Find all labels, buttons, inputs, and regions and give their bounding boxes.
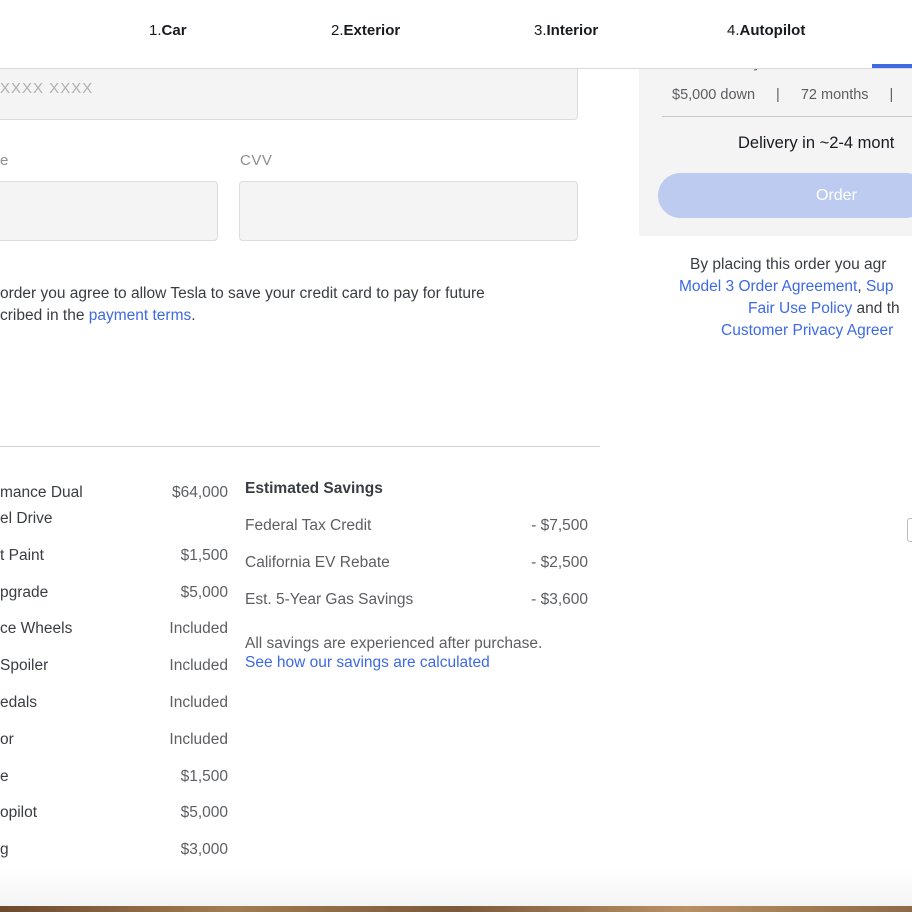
nav-step-label: Exterior	[343, 22, 401, 39]
cvv-input[interactable]	[239, 181, 578, 241]
line-item-name: edals	[0, 694, 38, 711]
side-tab-handle[interactable]	[907, 518, 912, 542]
savings-calculation-link[interactable]: See how our savings are calculated	[245, 654, 490, 672]
order-button[interactable]: Order	[658, 173, 912, 218]
nav-step-autopilot[interactable]: 4.Autopilot	[727, 22, 805, 39]
delivery-estimate: Delivery in ~2-4 mont	[738, 134, 895, 152]
legal-and: and th	[852, 300, 900, 317]
card-consent-text-line1: order you agree to allow Tesla to save y…	[0, 285, 485, 302]
line-item-price: Included	[169, 694, 228, 711]
expiry-input[interactable]	[0, 181, 218, 241]
supercharger-link[interactable]: Sup	[866, 278, 894, 295]
customer-privacy-link[interactable]: Customer Privacy Agreer	[721, 322, 893, 339]
savings-note: All savings are experienced after purcha…	[245, 635, 543, 652]
line-item-name: opilot	[0, 804, 38, 821]
loan-term: 72 months	[800, 87, 869, 103]
nav-step-number: 3.	[534, 22, 547, 39]
nav-step-label: Autopilot	[739, 22, 806, 39]
line-item-name: mance Dual	[0, 484, 83, 501]
page-bottom-fade	[0, 868, 912, 908]
nav-step-number: 4.	[727, 22, 740, 39]
nav-active-indicator	[872, 64, 912, 68]
line-item-price: $5,000	[180, 804, 228, 821]
line-item-name: ce Wheels	[0, 620, 73, 637]
line-item-name: t Paint	[0, 547, 44, 564]
savings-item-value: - $7,500	[531, 517, 588, 534]
line-item-price: Included	[169, 731, 228, 748]
consent-text: cribed in the	[0, 307, 89, 324]
line-item-price: $1,500	[180, 768, 228, 785]
line-item-price: Included	[169, 620, 228, 637]
order-button-label: Order	[816, 187, 857, 204]
savings-item-name: California EV Rebate	[245, 554, 390, 571]
legal-text-line4: Customer Privacy Agreer	[721, 322, 893, 340]
line-item-name: g	[0, 841, 9, 858]
line-item-price: Included	[169, 657, 228, 674]
nav-step-number: 1.	[149, 22, 162, 39]
nav-step-number: 2.	[331, 22, 344, 39]
savings-item-value: - $3,600	[531, 591, 588, 608]
line-item-price: $64,000	[171, 484, 228, 501]
loan-details: $5,000 down | 72 months |	[672, 87, 912, 103]
line-item-name: or	[0, 731, 14, 748]
legal-comma: ,	[857, 278, 866, 295]
nav-step-car[interactable]: 1.Car	[149, 22, 187, 39]
desk-edge	[0, 906, 912, 912]
nav-step-label: Car	[161, 22, 187, 39]
payment-terms-link[interactable]: payment terms	[89, 307, 192, 324]
cvv-label: CVV	[240, 152, 273, 169]
savings-item-name: Federal Tax Credit	[245, 517, 372, 534]
card-number-placeholder: XXXX XXXX	[0, 80, 94, 97]
legal-text-line1: By placing this order you agr	[690, 256, 887, 273]
down-payment: $5,000 down	[672, 87, 756, 103]
order-agreement-link[interactable]: Model 3 Order Agreement	[679, 278, 857, 295]
legal-text-line3: Fair Use Policy and th	[748, 300, 900, 318]
line-item-price: $5,000	[180, 584, 228, 601]
line-item-price: $1,500	[180, 547, 228, 564]
panel-divider	[662, 116, 912, 117]
line-item-name: e	[0, 768, 9, 785]
line-item-name: Spoiler	[0, 657, 49, 674]
line-item-name-cont: el Drive	[0, 510, 53, 527]
line-item-price: $3,000	[180, 841, 228, 858]
savings-item-name: Est. 5-Year Gas Savings	[245, 591, 414, 608]
section-divider	[0, 446, 600, 447]
nav-step-interior[interactable]: 3.Interior	[534, 22, 598, 39]
savings-item-value: - $2,500	[531, 554, 588, 571]
nav-step-exterior[interactable]: 2.Exterior	[331, 22, 400, 39]
card-consent-text-line2: cribed in the payment terms.	[0, 307, 196, 325]
separator: |	[776, 87, 780, 103]
consent-period: .	[191, 307, 196, 324]
legal-text-line2: Model 3 Order Agreement, Sup	[679, 278, 894, 296]
expiry-label: e	[0, 152, 9, 169]
nav-step-label: Interior	[546, 22, 599, 39]
separator: |	[889, 87, 894, 103]
estimated-savings-heading: Estimated Savings	[245, 480, 383, 497]
top-navigation: 1.Car 2.Exterior 3.Interior 4.Autopilot	[0, 0, 912, 69]
fair-use-policy-link[interactable]: Fair Use Policy	[748, 300, 852, 317]
line-item-name: pgrade	[0, 584, 49, 601]
